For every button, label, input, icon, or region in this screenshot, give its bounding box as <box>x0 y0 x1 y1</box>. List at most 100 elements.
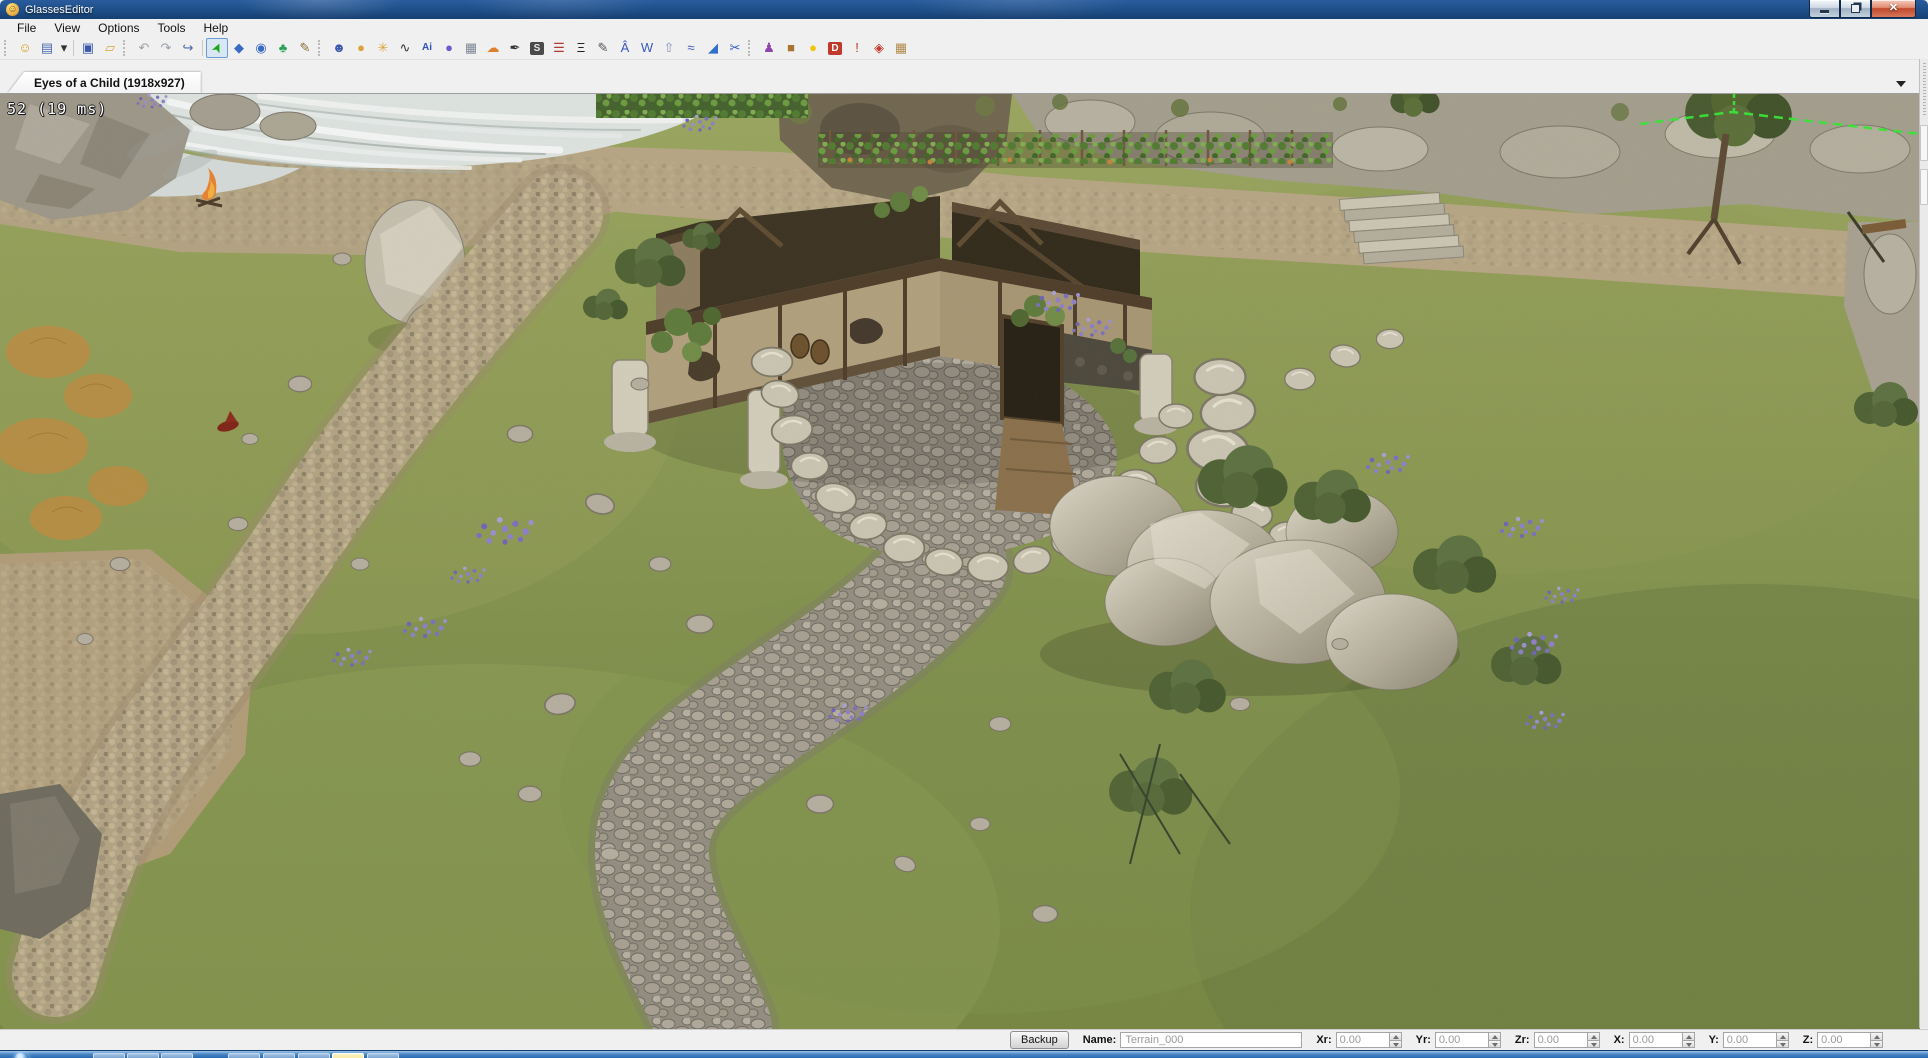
taskbar-button[interactable] <box>332 1053 364 1058</box>
close-button[interactable]: ✕ <box>1871 0 1916 18</box>
bag-icon[interactable]: ● <box>350 38 372 58</box>
terrain-paint-icon[interactable]: ✎ <box>294 38 316 58</box>
letter-down-icon[interactable]: W <box>636 38 658 58</box>
ai-icon[interactable]: Ai <box>416 38 438 58</box>
taskbar-button[interactable] <box>161 1053 193 1058</box>
minimize-button[interactable] <box>1809 0 1840 18</box>
viewport-3d[interactable]: 52 (19 ms) <box>0 94 1920 1029</box>
spinner[interactable] <box>1488 1032 1501 1048</box>
window-right-border[interactable] <box>1919 59 1928 1028</box>
spinner[interactable] <box>1389 1032 1402 1048</box>
brush-icon[interactable]: ✎ <box>592 38 614 58</box>
restore-icon <box>1851 4 1860 13</box>
toolbar-grip <box>123 40 130 56</box>
upload-icon[interactable]: ⇧ <box>658 38 680 58</box>
crate-icon[interactable]: ■ <box>780 38 802 58</box>
tabstrip: Eyes of a Child (1918x927) <box>0 60 1920 94</box>
taskbar-button[interactable] <box>263 1053 295 1058</box>
gear-flower-icon[interactable]: ✳ <box>372 38 394 58</box>
menu-item-help[interactable]: Help <box>195 20 238 36</box>
bricks-icon[interactable]: ▦ <box>890 38 912 58</box>
menu-item-options[interactable]: Options <box>89 20 148 36</box>
field-yr: Yr: <box>1402 1032 1501 1048</box>
close-icon: ✕ <box>1889 1 1898 16</box>
red-rings-icon[interactable]: ☰ <box>548 38 570 58</box>
menubar: FileViewOptionsToolsHelp <box>0 19 1928 37</box>
statusbar: Backup Name: Xr: Yr: <box>0 1029 1928 1050</box>
window-title: GlassesEditor <box>25 4 93 16</box>
resize-icon[interactable]: ◢ <box>702 38 724 58</box>
xr-input[interactable] <box>1336 1032 1389 1048</box>
restore-button[interactable] <box>1840 0 1871 18</box>
name-label: Name: <box>1083 1034 1117 1046</box>
scrollbar-thumb[interactable] <box>1920 169 1928 205</box>
toolbar-grip <box>318 40 325 56</box>
save-layout-icon[interactable]: ▤ <box>36 38 58 58</box>
toolbar-grip <box>748 40 755 56</box>
field-xr: Xr: <box>1302 1032 1401 1048</box>
kanji-icon[interactable]: Ξ <box>570 38 592 58</box>
titlebar: ☺ GlassesEditor ✕ <box>0 0 1928 19</box>
sphere-icon[interactable]: ● <box>438 38 460 58</box>
zr-input[interactable] <box>1534 1032 1587 1048</box>
window-controls: ✕ <box>1809 0 1916 18</box>
z-input[interactable] <box>1817 1032 1870 1048</box>
texture-icon[interactable]: S <box>526 38 548 58</box>
npc-icon[interactable]: ☻ <box>328 38 350 58</box>
taskbar-button[interactable] <box>298 1053 330 1058</box>
taskbar-button[interactable] <box>367 1053 399 1058</box>
tab-list-dropdown-icon[interactable] <box>1896 81 1906 87</box>
wireframe-icon[interactable]: ◈ <box>868 38 890 58</box>
scissors-icon[interactable]: ✂ <box>724 38 746 58</box>
toolbar-separator <box>73 40 74 56</box>
yr-input[interactable] <box>1435 1032 1488 1048</box>
redo-list-icon[interactable]: ↪ <box>177 38 199 58</box>
light-icon[interactable]: ● <box>802 38 824 58</box>
app-smiley-icon: ☺ <box>6 3 19 16</box>
scrollbar-thumb[interactable] <box>1920 125 1928 161</box>
spinner[interactable] <box>1776 1032 1789 1048</box>
tab-eyes-of-a-child[interactable]: Eyes of a Child (1918x927) <box>8 72 201 93</box>
toolbar: ☺▤▾▣▱↶↷↪➤◆◉♣✎☻●✳∿Ai●▦☁✒S☰Ξ✎ÂW⇧≈◢✂♟■●D!◈▦ <box>0 37 1928 60</box>
building-icon[interactable]: ▦ <box>460 38 482 58</box>
taskbar-button[interactable] <box>93 1053 125 1058</box>
spinner[interactable] <box>1587 1032 1600 1048</box>
field-zr: Zr: <box>1501 1032 1600 1048</box>
smiley-tool-icon[interactable]: ☺ <box>14 38 36 58</box>
d-file-icon[interactable]: D <box>824 38 846 58</box>
menu-item-view[interactable]: View <box>45 20 89 36</box>
start-button[interactable] <box>14 1052 29 1058</box>
open-folder-icon[interactable]: ▱ <box>99 38 121 58</box>
spinner[interactable] <box>1870 1032 1883 1048</box>
app-window: ☺ GlassesEditor ✕ FileViewOptionsToolsHe… <box>0 0 1928 1058</box>
undo-icon[interactable]: ↶ <box>133 38 155 58</box>
transform-fields: Xr: Yr: Zr: <box>1302 1032 1883 1048</box>
x-input[interactable] <box>1629 1032 1682 1048</box>
backup-button[interactable]: Backup <box>1010 1031 1069 1049</box>
actor-icon[interactable]: ♟ <box>758 38 780 58</box>
rotate-tool-icon[interactable]: ◉ <box>250 38 272 58</box>
taskbar-button[interactable] <box>127 1053 159 1058</box>
wave-sphere-icon[interactable]: ≈ <box>680 38 702 58</box>
name-input[interactable] <box>1120 1032 1302 1048</box>
sound-wave-icon[interactable]: ∿ <box>394 38 416 58</box>
select-cursor-icon[interactable]: ➤ <box>206 38 228 58</box>
warning-icon[interactable]: ! <box>846 38 868 58</box>
tree-orange-icon[interactable]: ☁ <box>482 38 504 58</box>
menu-item-file[interactable]: File <box>8 20 45 36</box>
terrain-raise-icon[interactable]: ♣ <box>272 38 294 58</box>
y-input[interactable] <box>1723 1032 1776 1048</box>
taskbar-button[interactable] <box>228 1053 260 1058</box>
save-icon[interactable]: ▣ <box>77 38 99 58</box>
redo-icon[interactable]: ↷ <box>155 38 177 58</box>
letter-up-icon[interactable]: Â <box>614 38 636 58</box>
translate-tool-icon[interactable]: ◆ <box>228 38 250 58</box>
menu-item-tools[interactable]: Tools <box>149 20 195 36</box>
save-layout-dropdown[interactable]: ▾ <box>58 38 70 58</box>
spinner[interactable] <box>1682 1032 1695 1048</box>
pen-icon[interactable]: ✒ <box>504 38 526 58</box>
toolbar-separator <box>202 40 203 56</box>
fps-counter: 52 (19 ms) <box>7 100 107 118</box>
scene-render <box>0 94 1920 1029</box>
taskbar <box>0 1050 1928 1058</box>
